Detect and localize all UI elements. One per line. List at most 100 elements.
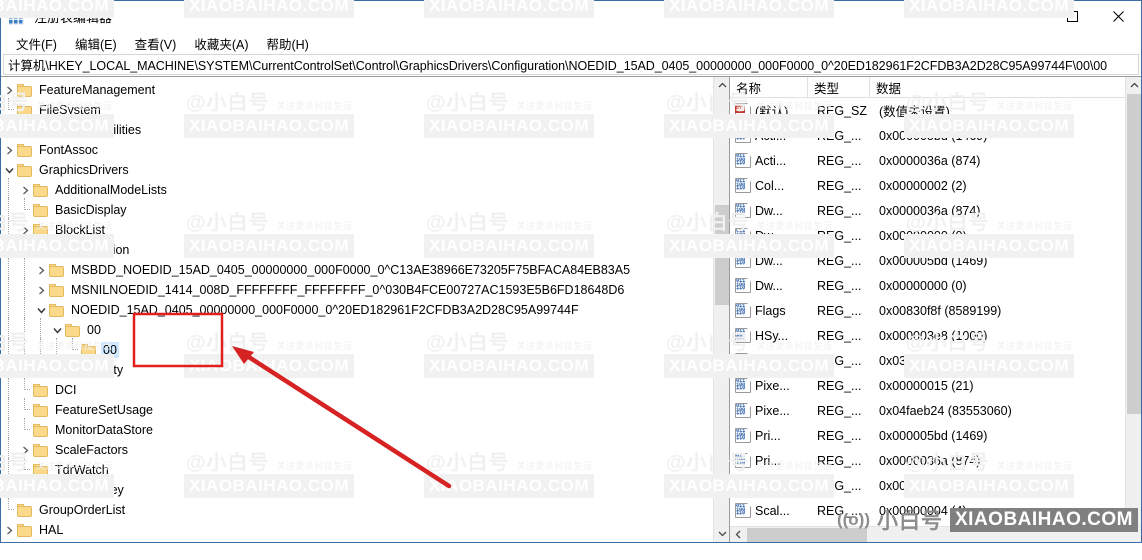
value-row[interactable]: 011100110001 Pixe... REG_... 0x04faeb24 (83…: [730, 398, 1141, 423]
folder-icon: [33, 243, 48, 257]
tree-item-label: FileSystemUtilities: [39, 123, 142, 137]
tree-scroll-thumb[interactable]: [715, 205, 729, 305]
tree-item-fontassoc[interactable]: FontAssoc: [1, 140, 713, 160]
close-button[interactable]: [1095, 1, 1141, 32]
values-scroll-left-icon[interactable]: [730, 527, 747, 543]
tree-item-connectivity[interactable]: Connectivity: [1, 358, 713, 382]
folder-icon: [33, 183, 48, 197]
value-row[interactable]: 011100110001 Flags REG_... 0x00830f8f (8589…: [730, 298, 1141, 323]
tree-item-additionalmodelists[interactable]: AdditionalModeLists: [1, 178, 713, 202]
value-row[interactable]: 011100110001 Dw... REG_... 0x00000000 (0): [730, 223, 1141, 248]
tree-item-label: Connectivity: [55, 363, 124, 377]
tree-item-00[interactable]: 00: [1, 318, 713, 342]
value-row[interactable]: ab (默认) REG_SZ (数值未设置): [730, 98, 1141, 123]
menu-help[interactable]: 帮助(H): [257, 32, 317, 55]
column-type[interactable]: 类型: [808, 77, 870, 98]
menu-view[interactable]: 查看(V): [126, 32, 186, 55]
chevron-down-icon[interactable]: [49, 320, 65, 340]
tree-item-graphicsdrivers[interactable]: GraphicsDrivers: [1, 160, 713, 180]
tree-vertical-scrollbar[interactable]: [713, 77, 729, 542]
value-name: Dw...: [755, 278, 783, 293]
registry-tree[interactable]: FeatureManagement FileSystem FileSystemUti…: [1, 77, 713, 542]
tree-indent-guide: [1, 458, 17, 482]
column-name[interactable]: 名称: [730, 77, 808, 98]
address-path-text: 计算机\HKEY_LOCAL_MACHINE\SYSTEM\CurrentCon…: [8, 59, 1108, 73]
menu-file[interactable]: 文件(F): [7, 32, 66, 55]
value-row[interactable]: 011100110001 Rot... REG_... 0x00000001 (1): [730, 473, 1141, 498]
value-row[interactable]: 011100110001 Acti... REG_... 0x000005bd (14…: [730, 123, 1141, 148]
chevron-right-icon[interactable]: [17, 440, 33, 460]
tree-item-featuremanagement[interactable]: FeatureManagement: [1, 80, 713, 100]
chevron-right-icon[interactable]: [33, 260, 49, 280]
tree-item-filesystem[interactable]: FileSystem: [1, 98, 713, 120]
tree-leaf-guide: [17, 418, 33, 440]
values-scroll-thumb[interactable]: [1127, 94, 1141, 414]
value-row[interactable]: 011100110001 HSy... REG_... 0x03370f20 (539…: [730, 348, 1141, 373]
tree-item-basicdisplay[interactable]: BasicDisplay: [1, 198, 713, 222]
folder-icon: [17, 163, 32, 177]
tree-item-monitordatastore[interactable]: MonitorDataStore: [1, 418, 713, 442]
value-row[interactable]: 011100110001 Pri... REG_... 0x000005bd (146…: [730, 423, 1141, 448]
tree-item-blocklist[interactable]: BlockList: [1, 218, 713, 242]
tree-item-scalefactors[interactable]: ScaleFactors: [1, 438, 713, 462]
tree-item-tdrwatch[interactable]: TdrWatch: [1, 458, 713, 482]
registry-values-pane: 名称 类型 数据 ab (默认) REG_SZ (数值未设置) 011100110001…: [730, 77, 1141, 542]
value-name: Pixe...: [755, 403, 790, 418]
dword-value-icon: 011100110001: [735, 178, 751, 193]
chevron-right-icon[interactable]: [17, 360, 33, 380]
value-name: Pixe...: [755, 378, 790, 393]
tree-item-msnilnoedid-1414-008d-ffffffff-ffffffff-[interactable]: MSNILNOEDID_1414_008D_FFFFFFFF_FFFFFFFF_…: [1, 278, 713, 302]
chevron-down-icon[interactable]: [17, 240, 33, 260]
tree-leaf-guide: [17, 198, 33, 220]
menu-edit[interactable]: 编辑(E): [66, 32, 126, 55]
value-row[interactable]: 011100110001 Pri... REG_... 0x0000036a (874…: [730, 448, 1141, 473]
column-data[interactable]: 数据: [870, 77, 1141, 98]
window-title: 注册表编辑器: [34, 10, 113, 25]
value-row[interactable]: 011100110001 Col... REG_... 0x00000002 (2): [730, 173, 1141, 198]
chevron-right-icon[interactable]: [1, 140, 17, 160]
tree-item-00[interactable]: 00: [1, 338, 713, 362]
value-row[interactable]: 011100110001 Pixe... REG_... 0x00000015 (21…: [730, 373, 1141, 398]
value-data: 0x00000000 (0): [879, 278, 967, 293]
minimize-button[interactable]: [1003, 1, 1049, 32]
tree-item-label: FeatureManagement: [39, 83, 156, 97]
value-row[interactable]: 011100110001 Dw... REG_... 0x00000000 (0): [730, 273, 1141, 298]
chevron-right-icon[interactable]: [33, 280, 49, 300]
value-type: REG_...: [817, 428, 862, 443]
tree-indent-guide: [1, 378, 17, 402]
tree-scroll-up-icon[interactable]: [714, 77, 729, 94]
registry-values-list[interactable]: ab (默认) REG_SZ (数值未设置) 011100110001 Acti... RE…: [730, 98, 1141, 542]
tree-item-configuration[interactable]: Configuration: [1, 238, 713, 262]
tree-item-dci[interactable]: DCI: [1, 378, 713, 402]
tree-item-msbdd-noedid-15ad-0405-00000000-000f0000[interactable]: MSBDD_NOEDID_15AD_0405_00000000_000F0000…: [1, 258, 713, 282]
tree-item-hal[interactable]: HAL: [1, 520, 713, 540]
chevron-right-icon[interactable]: [17, 220, 33, 240]
chevron-down-icon[interactable]: [1, 160, 17, 180]
tree-indent-guide: [1, 298, 17, 322]
value-row[interactable]: 011100110001 Dw... REG_... 0x0000036a (874): [730, 198, 1141, 223]
tree-item-grouporderlist[interactable]: GroupOrderList: [1, 498, 713, 520]
tree-item-filesystemutilities[interactable]: FileSystemUtilities: [1, 118, 713, 140]
chevron-right-icon[interactable]: [1, 520, 17, 540]
dword-value-icon: 011100110001: [735, 478, 751, 493]
value-data: 0x000005bd (1469): [879, 128, 988, 143]
menu-favorites[interactable]: 收藏夹(A): [185, 32, 257, 55]
value-data: 0x00000015 (21): [879, 378, 974, 393]
tree-item-noedid-15ad-0405-00000000-000f0000-0-20e[interactable]: NOEDID_15AD_0405_00000000_000F0000_0^20E…: [1, 298, 713, 322]
tree-scroll-down-icon[interactable]: [714, 525, 729, 542]
chevron-right-icon[interactable]: [1, 80, 17, 100]
tree-item-featuresetusage[interactable]: FeatureSetUsage: [1, 398, 713, 422]
values-scroll-up-icon[interactable]: [1126, 77, 1141, 94]
tree-item-usenewkey[interactable]: UseNewKey: [1, 478, 713, 502]
address-bar[interactable]: 计算机\HKEY_LOCAL_MACHINE\SYSTEM\CurrentCon…: [3, 54, 1139, 75]
chevron-down-icon[interactable]: [33, 300, 49, 320]
dword-value-icon: 011100110001: [735, 278, 751, 293]
chevron-right-icon[interactable]: [17, 180, 33, 200]
values-vertical-scrollbar[interactable]: [1125, 77, 1141, 526]
value-data: (数值未设置): [879, 105, 950, 119]
value-row[interactable]: 011100110001 HSy... REG_... 0x000003e8 (100…: [730, 323, 1141, 348]
maximize-button[interactable]: [1049, 1, 1095, 32]
value-row[interactable]: 011100110001 Dw... REG_... 0x000005bd (1469…: [730, 248, 1141, 273]
value-row[interactable]: 011100110001 Acti... REG_... 0x0000036a (87…: [730, 148, 1141, 173]
tree-indent-guide: [1, 178, 17, 202]
